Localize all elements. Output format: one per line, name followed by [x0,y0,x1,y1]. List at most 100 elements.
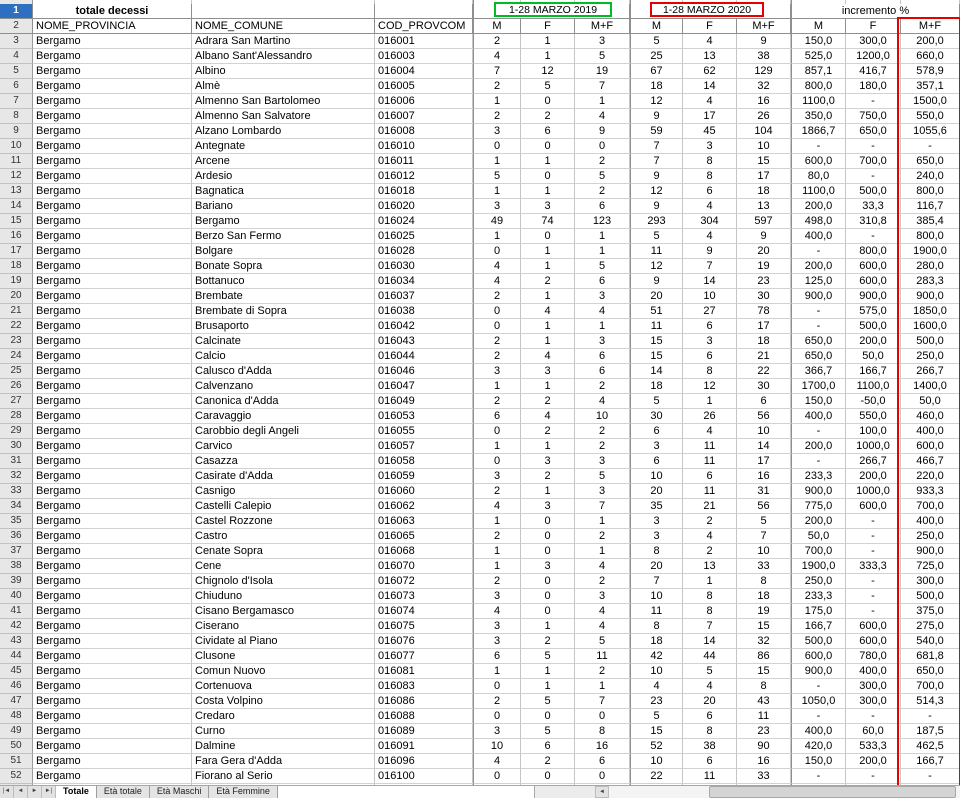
cell-value[interactable]: 10 [630,664,683,679]
cell-comune[interactable]: Brembate [192,289,375,304]
cell-value[interactable]: 18 [630,379,683,394]
cell-provincia[interactable]: Bergamo [33,379,192,394]
cell-value[interactable]: 1 [521,34,575,49]
cell-value[interactable]: 9 [737,229,791,244]
row-header[interactable]: 51 [0,754,33,769]
cell-value[interactable]: 0 [473,709,521,724]
cell-value[interactable]: 900,0 [791,484,846,499]
cell-comune[interactable]: Calcio [192,349,375,364]
row-header[interactable]: 52 [0,769,33,784]
cell-value[interactable]: - [846,574,901,589]
cell-value[interactable]: 1 [473,154,521,169]
cell-value[interactable]: 498,0 [791,214,846,229]
cell-comune[interactable]: Arcene [192,154,375,169]
cell-value[interactable]: 5 [630,229,683,244]
cell-comune[interactable]: Bergamo [192,214,375,229]
header-cod[interactable]: COD_PROVCOM [375,19,473,34]
cell-comune[interactable]: Cortenuova [192,679,375,694]
cell-value[interactable]: 2 [575,184,630,199]
row-header[interactable]: 31 [0,454,33,469]
cell-comune[interactable]: Almenno San Bartolomeo [192,94,375,109]
cell-value[interactable]: 310,8 [846,214,901,229]
cell-value[interactable]: 8 [575,724,630,739]
cell-value[interactable]: 1 [575,679,630,694]
cell-value[interactable]: 400,0 [791,229,846,244]
cell-value[interactable]: 22 [630,769,683,784]
cell-value[interactable]: 30 [737,289,791,304]
cell-value[interactable]: 750,0 [846,109,901,124]
cell-value[interactable]: 50,0 [901,394,960,409]
cell-value[interactable]: - [791,709,846,724]
cell-provincia[interactable]: Bergamo [33,154,192,169]
cell-value[interactable]: 2 [575,664,630,679]
cell-comune[interactable]: Casnigo [192,484,375,499]
cell-value[interactable]: 933,3 [901,484,960,499]
cell-value[interactable]: 10 [473,739,521,754]
cell-value[interactable]: 3 [683,139,737,154]
cell-value[interactable]: 50,0 [846,349,901,364]
cell-value[interactable]: 20 [630,289,683,304]
cell-value[interactable]: 575,0 [846,304,901,319]
cell-value[interactable]: 49 [473,214,521,229]
cell-value[interactable]: 357,1 [901,79,960,94]
cell-value[interactable]: 10 [630,469,683,484]
cell-value[interactable]: 74 [521,214,575,229]
cell-value[interactable]: 650,0 [901,664,960,679]
cell-value[interactable]: 5 [575,49,630,64]
row-header[interactable]: 43 [0,634,33,649]
cell-value[interactable]: 51 [630,304,683,319]
header-provincia[interactable]: NOME_PROVINCIA [33,19,192,34]
cell-value[interactable]: 500,0 [901,334,960,349]
cell-cod[interactable]: 016062 [375,499,473,514]
row-header[interactable]: 12 [0,169,33,184]
cell-value[interactable]: 6 [473,649,521,664]
cell-cod[interactable]: 016043 [375,334,473,349]
row-header[interactable]: 21 [0,304,33,319]
row-header[interactable]: 48 [0,709,33,724]
cell-value[interactable]: 514,3 [901,694,960,709]
cell-value[interactable]: 32 [737,634,791,649]
cell-value[interactable]: 1 [521,184,575,199]
cell-value[interactable]: 4 [473,754,521,769]
cell-value[interactable]: 3 [521,364,575,379]
row-header[interactable]: 40 [0,589,33,604]
cell-comune[interactable]: Bagnatica [192,184,375,199]
row-header[interactable]: 22 [0,319,33,334]
cell-value[interactable]: 7 [575,694,630,709]
cell-value[interactable]: 600,0 [846,499,901,514]
cell-comune[interactable]: Albano Sant'Alessandro [192,49,375,64]
cell-comune[interactable]: Clusone [192,649,375,664]
cell-value[interactable]: 2 [575,154,630,169]
cell-value[interactable]: 23 [630,694,683,709]
cell-comune[interactable]: Cividate al Piano [192,634,375,649]
cell-value[interactable]: 30 [737,379,791,394]
cell-value[interactable]: 1 [521,379,575,394]
cell-value[interactable]: 2 [521,754,575,769]
cell-value[interactable]: 4 [473,274,521,289]
cell-value[interactable]: 2 [575,379,630,394]
cell-value[interactable]: 4 [683,529,737,544]
cell-value[interactable]: 21 [683,499,737,514]
cell-comune[interactable]: Almè [192,79,375,94]
cell-comune[interactable]: Casirate d'Adda [192,469,375,484]
cell-value[interactable]: 2 [521,394,575,409]
cell-value[interactable]: 0 [521,94,575,109]
cell-value[interactable]: 200,0 [846,334,901,349]
cell-value[interactable]: 250,0 [901,349,960,364]
cell-value[interactable]: 1 [521,319,575,334]
cell-value[interactable]: 400,0 [901,424,960,439]
cell-value[interactable]: 33 [737,559,791,574]
cell-value[interactable]: 10 [575,409,630,424]
cell-value[interactable]: 38 [737,49,791,64]
cell-value[interactable]: - [846,709,901,724]
cell-value[interactable]: 2 [473,34,521,49]
cell-cod[interactable]: 016012 [375,169,473,184]
cell-value[interactable]: 1600,0 [901,319,960,334]
cell-value[interactable]: 1000,0 [846,439,901,454]
cell-value[interactable]: 600,0 [846,259,901,274]
cell-value[interactable]: 21 [737,349,791,364]
cell-value[interactable]: 3 [575,334,630,349]
cell-cod[interactable]: 016088 [375,709,473,724]
cell-value[interactable]: 1 [521,484,575,499]
cell-value[interactable]: 6 [737,394,791,409]
